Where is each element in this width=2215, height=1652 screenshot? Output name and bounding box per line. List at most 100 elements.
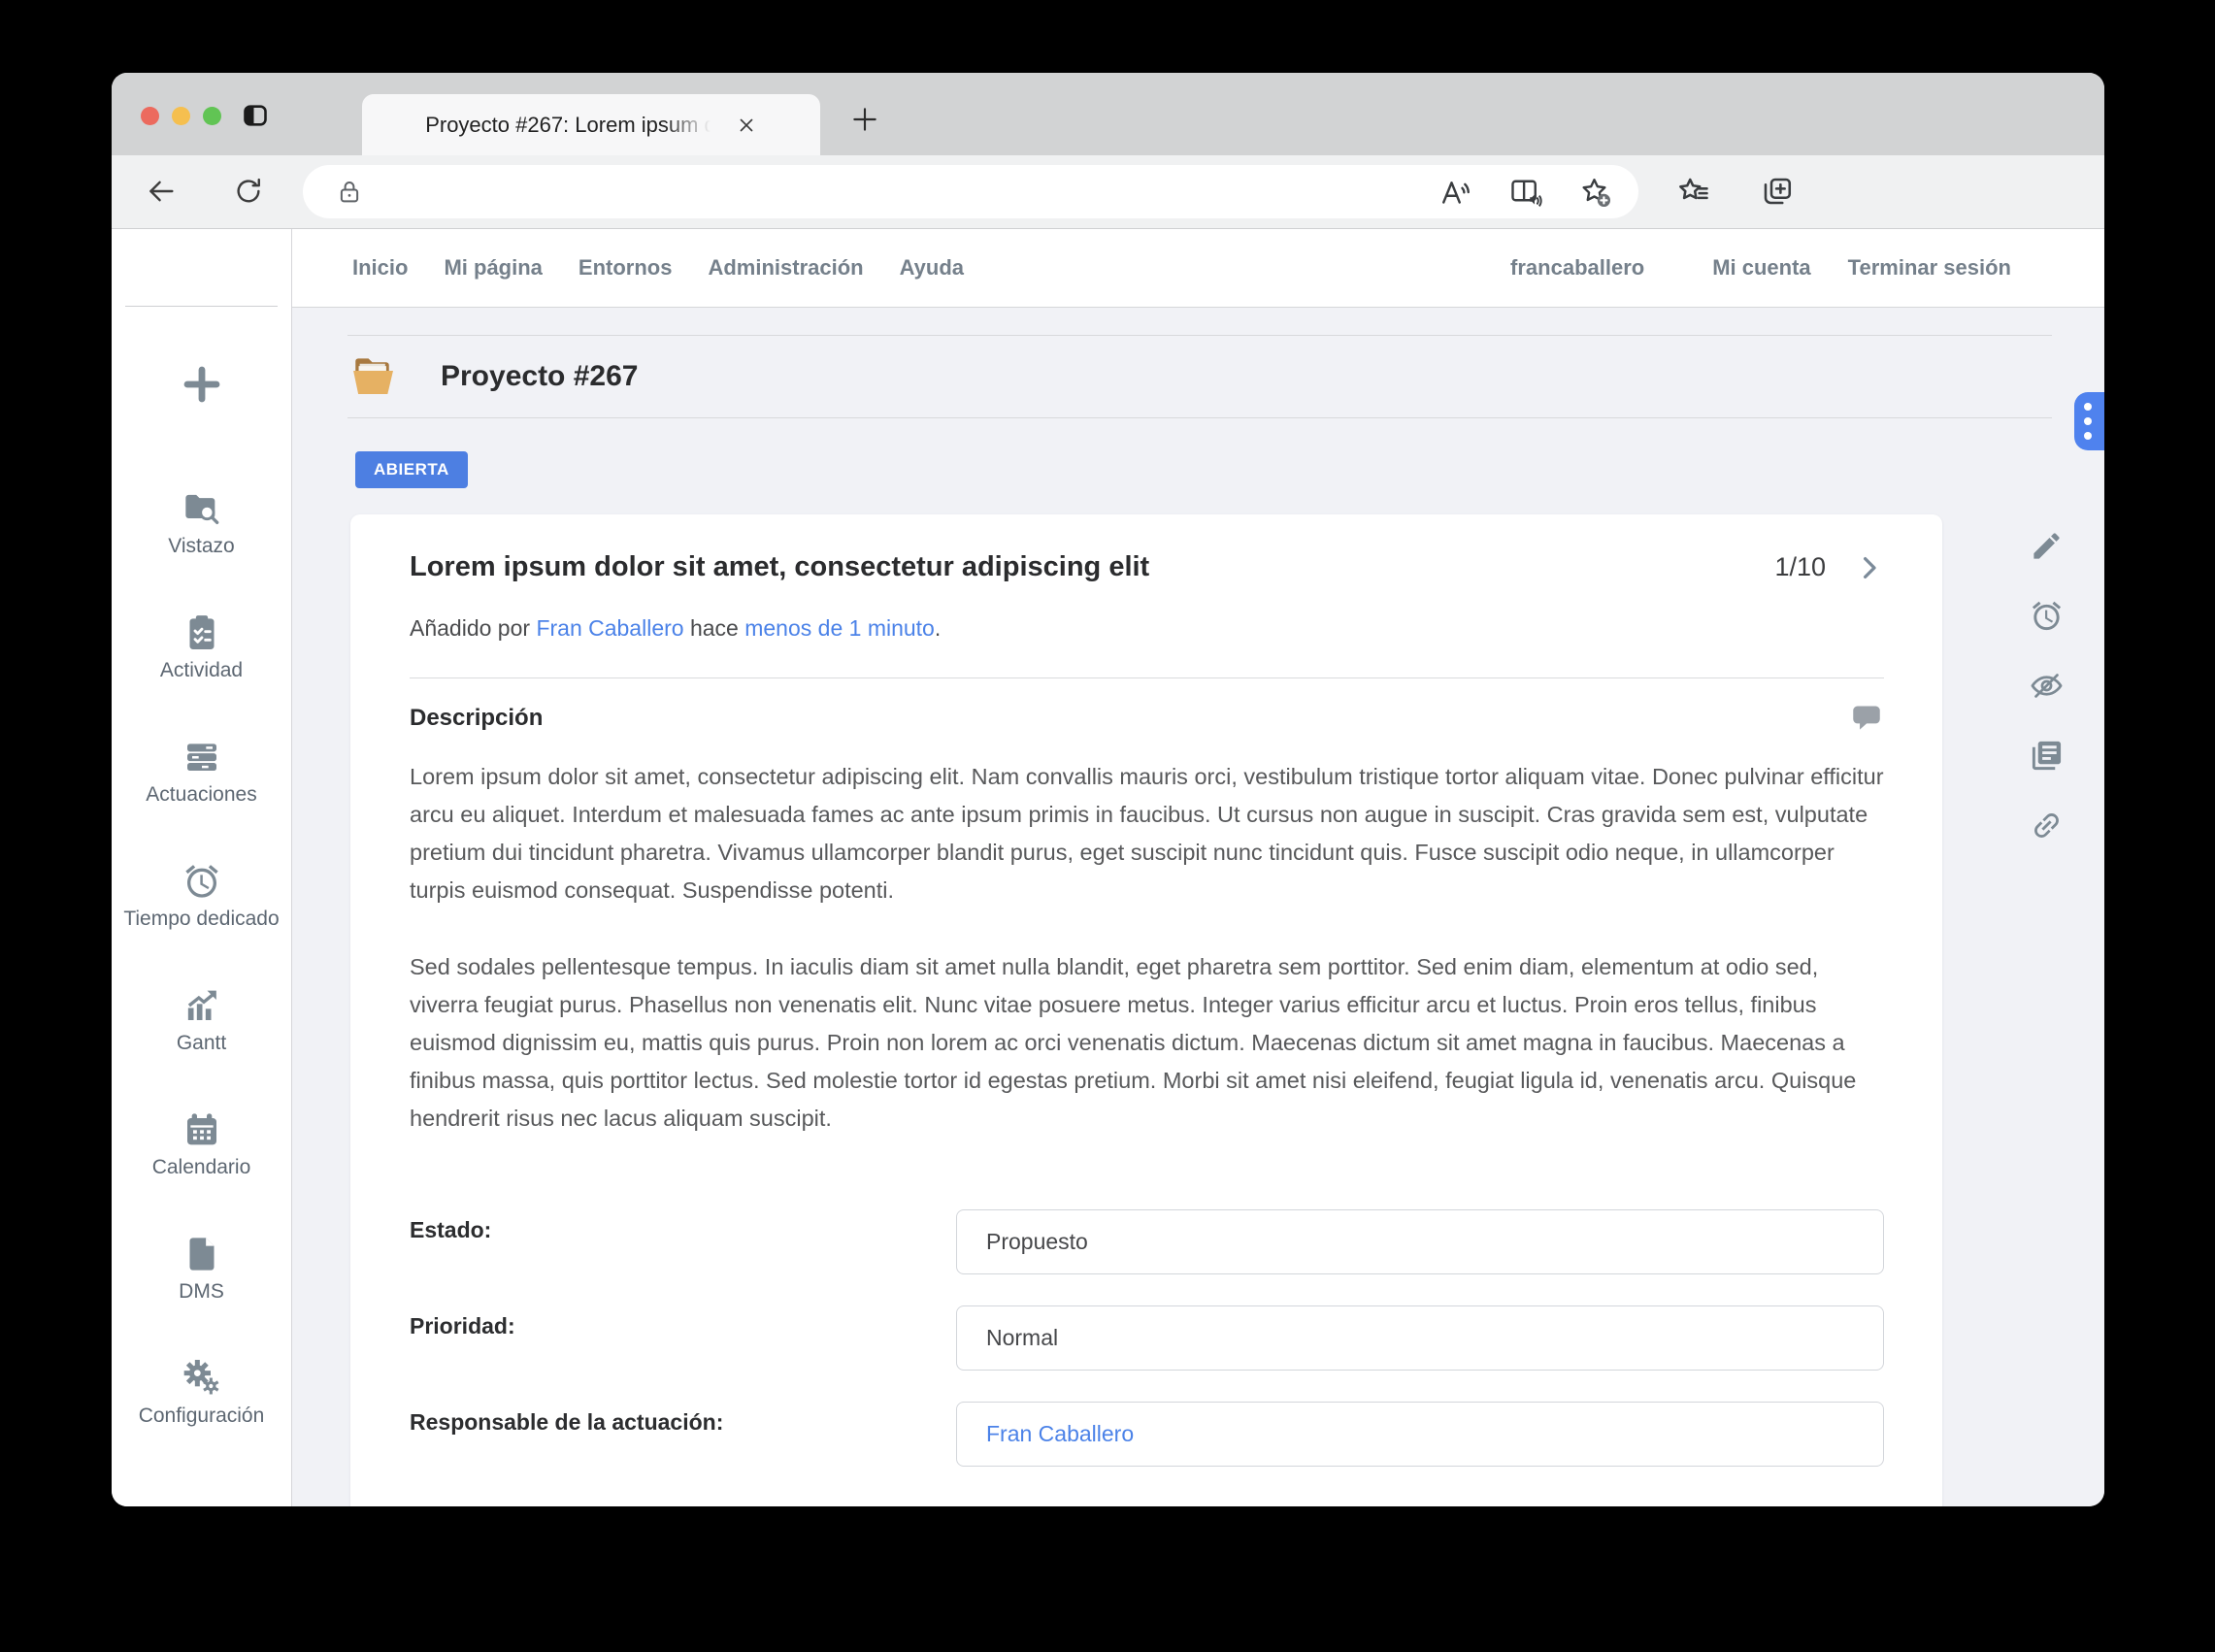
description-paragraph: Lorem ipsum dolor sit amet, consectetur … — [410, 758, 1884, 909]
sidebar-divider — [125, 229, 278, 307]
clipboard-check-icon — [182, 613, 221, 652]
field-label: Estado: — [410, 1209, 956, 1274]
nav-ayuda[interactable]: Ayuda — [900, 255, 964, 281]
byline-suffix: . — [935, 615, 941, 641]
alarm-clock-icon[interactable] — [2030, 599, 2064, 633]
sidebar-item-label: Configuración — [139, 1404, 265, 1428]
sidebar-item-configuracion[interactable]: Configuración — [112, 1359, 291, 1428]
byline-time-link[interactable]: menos de 1 minuto — [744, 615, 935, 641]
lock-icon — [335, 178, 364, 207]
app-nav: Inicio Mi página Entornos Administración… — [292, 229, 2104, 308]
field-row-prioridad: Prioridad: Normal — [410, 1305, 1884, 1371]
tab-title: Proyecto #267: Lorem ipsum d — [425, 113, 716, 138]
description-paragraph: Sed sodales pellentesque tempus. In iacu… — [410, 948, 1884, 1138]
description-heading: Descripción — [410, 705, 543, 732]
eye-off-icon[interactable] — [2030, 669, 2064, 703]
sidebar-item-label: DMS — [179, 1280, 224, 1304]
menu-dot — [2084, 432, 2092, 440]
open-folder-icon — [349, 353, 402, 400]
divider — [410, 677, 1884, 678]
sidebar-item-label: Actividad — [160, 659, 243, 682]
app-sidebar: Vistazo Actividad Actuaciones — [112, 229, 292, 1506]
add-favorite-icon[interactable] — [1578, 175, 1613, 210]
sidebar-item-vistazo[interactable]: Vistazo — [112, 489, 291, 558]
collections-icon[interactable] — [1760, 174, 1795, 209]
sidebar-item-tiempo-dedicado[interactable]: Tiempo dedicado — [112, 862, 291, 931]
nav-inicio[interactable]: Inicio — [352, 255, 408, 281]
project-header: Proyecto #267 — [347, 335, 2052, 418]
field-row-responsable: Responsable de la actuación: Fran Caball… — [410, 1402, 1884, 1467]
immersive-reader-icon[interactable] — [1508, 175, 1543, 210]
pencil-icon[interactable] — [2030, 529, 2064, 563]
field-row-estado: Estado: Propuesto — [410, 1209, 1884, 1274]
sidebar-item-label: Gantt — [177, 1032, 226, 1055]
trend-chart-icon — [182, 986, 221, 1025]
sidebar-item-actuaciones[interactable]: Actuaciones — [112, 738, 291, 807]
estado-value: Propuesto — [986, 1229, 1088, 1255]
nav-administracion[interactable]: Administración — [708, 255, 863, 281]
issue-fields: Estado: Propuesto Prioridad: Normal — [410, 1209, 1884, 1467]
browser-window: Proyecto #267: Lorem ipsum d — [112, 73, 2104, 1506]
document-icon — [182, 1235, 221, 1273]
content-area: Proyecto #267 ABIERTA Lorem ipsum dolor … — [292, 308, 2104, 1506]
sidebar-item-label: Actuaciones — [146, 783, 256, 807]
alarm-clock-icon — [182, 862, 221, 901]
sidebar-item-label: Vistazo — [168, 535, 235, 558]
project-title: Proyecto #267 — [441, 360, 638, 393]
estado-input[interactable]: Propuesto — [956, 1209, 1884, 1274]
folder-search-icon — [182, 489, 221, 528]
zoom-window-button[interactable] — [203, 107, 221, 125]
sidebar-toggle-icon[interactable] — [242, 102, 269, 129]
link-icon[interactable] — [2030, 809, 2064, 843]
responsable-link[interactable]: Fran Caballero — [986, 1421, 1134, 1447]
sidebar-item-actividad[interactable]: Actividad — [112, 613, 291, 682]
issue-title: Lorem ipsum dolor sit amet, consectetur … — [410, 551, 1149, 583]
tab-strip: Proyecto #267: Lorem ipsum d — [112, 73, 2104, 155]
close-window-button[interactable] — [141, 107, 159, 125]
new-tab-icon[interactable] — [849, 104, 880, 135]
responsable-input[interactable]: Fran Caballero — [956, 1402, 1884, 1467]
sidebar-item-label: Tiempo dedicado — [123, 908, 279, 931]
read-aloud-icon[interactable] — [1438, 175, 1473, 210]
tab-close-icon[interactable] — [736, 115, 757, 136]
nav-mi-pagina[interactable]: Mi página — [444, 255, 542, 281]
favorites-icon[interactable] — [1676, 174, 1711, 209]
nav-username[interactable]: francaballero — [1510, 255, 1644, 281]
byline-author-link[interactable]: Fran Caballero — [536, 615, 683, 641]
menu-dot — [2084, 403, 2092, 411]
field-label: Responsable de la actuación: — [410, 1402, 956, 1467]
status-badge: ABIERTA — [355, 451, 468, 488]
copy-pages-icon[interactable] — [2030, 739, 2064, 773]
address-bar[interactable] — [303, 165, 1638, 218]
prioridad-input[interactable]: Normal — [956, 1305, 1884, 1371]
nav-terminar-sesion[interactable]: Terminar sesión — [1848, 255, 2011, 281]
issue-pager: 1/10 — [1774, 552, 1884, 582]
field-label: Prioridad: — [410, 1305, 956, 1371]
byline-prefix: Añadido por — [410, 615, 530, 641]
minimize-window-button[interactable] — [172, 107, 190, 125]
action-rail — [2030, 529, 2064, 843]
sidebar-item-dms[interactable]: DMS — [112, 1235, 291, 1304]
app-frame: Vistazo Actividad Actuaciones — [112, 229, 2104, 1506]
comment-bubble-icon[interactable] — [1849, 702, 1884, 735]
chevron-right-icon[interactable] — [1855, 553, 1884, 582]
byline-middle: hace — [690, 615, 739, 641]
refresh-icon[interactable] — [232, 175, 265, 208]
nav-mi-cuenta[interactable]: Mi cuenta — [1712, 255, 1810, 281]
browser-toolbar — [112, 155, 2104, 229]
traffic-lights — [141, 107, 221, 125]
nav-entornos[interactable]: Entornos — [579, 255, 673, 281]
browser-tab[interactable]: Proyecto #267: Lorem ipsum d — [362, 94, 820, 155]
issue-card: Lorem ipsum dolor sit amet, consectetur … — [350, 514, 1942, 1506]
stacked-bars-icon — [182, 738, 221, 776]
prioridad-value: Normal — [986, 1325, 1058, 1351]
gears-icon — [182, 1359, 221, 1398]
back-icon[interactable] — [145, 175, 178, 208]
edge-menu-button[interactable] — [2074, 392, 2104, 450]
sidebar-item-label: Calendario — [152, 1156, 251, 1179]
sidebar-item-calendario[interactable]: Calendario — [112, 1110, 291, 1179]
add-new-icon[interactable] — [179, 361, 225, 408]
calendar-icon — [182, 1110, 221, 1149]
pager-count: 1/10 — [1774, 552, 1826, 582]
sidebar-item-gantt[interactable]: Gantt — [112, 986, 291, 1055]
